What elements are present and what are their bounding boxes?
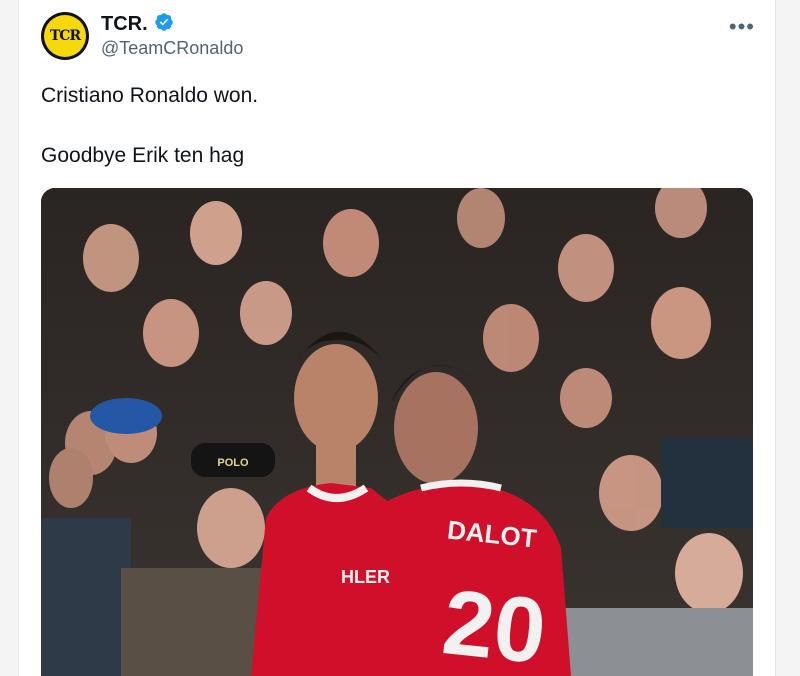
display-name[interactable]: TCR. <box>101 13 148 36</box>
avatar[interactable]: TCR <box>41 12 89 60</box>
photo-illustration: POLO DALOT 20 HLER <box>41 188 753 676</box>
avatar-logo: TCR <box>44 15 86 57</box>
tweet-text-line-1: Cristiano Ronaldo won. <box>41 84 259 107</box>
author-handle[interactable]: @TeamCRonaldo <box>101 38 243 59</box>
sleeve-text: HLER <box>341 567 390 587</box>
jersey-number: 20 <box>438 571 550 676</box>
tweet-card: TCR TCR. @TeamCRonaldo ••• Cristiano Ron… <box>18 0 776 676</box>
tweet-media-photo[interactable]: POLO DALOT 20 HLER <box>41 188 753 676</box>
tweet-text-line-2: Goodbye Erik ten hag <box>41 144 245 167</box>
author-name-row: TCR. <box>101 12 174 37</box>
verified-badge-icon <box>154 12 174 37</box>
cap-text: POLO <box>217 457 249 469</box>
more-options-button[interactable]: ••• <box>729 14 755 40</box>
